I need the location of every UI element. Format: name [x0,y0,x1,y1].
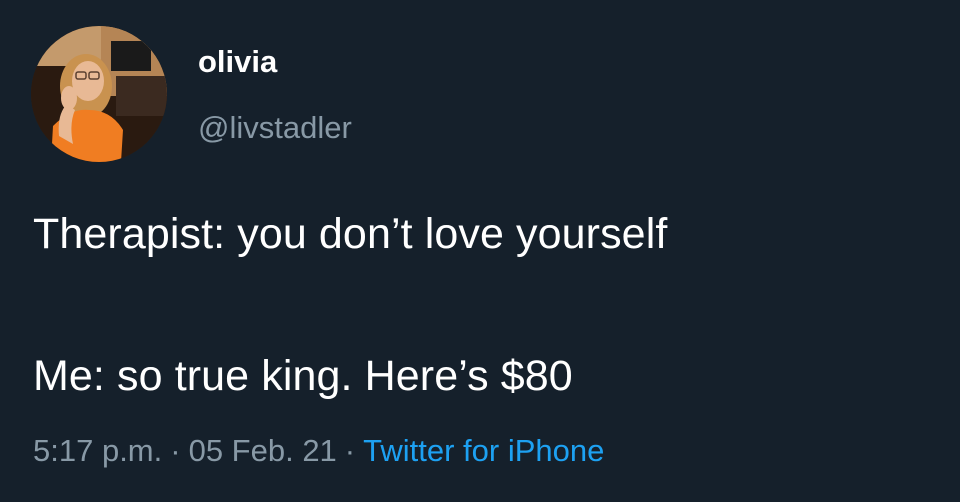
tweet-time[interactable]: 5:17 p.m. [33,433,162,468]
user-handle[interactable]: @livstadler [198,110,352,146]
avatar[interactable] [31,26,167,162]
tweet-source-link[interactable]: Twitter for iPhone [363,433,604,468]
tweet-text-line-2: Me: so true king. Here’s $80 [33,352,573,400]
separator-dot: · [170,433,181,468]
separator-dot: · [344,433,356,468]
display-name[interactable]: olivia [198,44,277,80]
tweet-text-line-1: Therapist: you don’t love yourself [33,210,668,258]
tweet-date[interactable]: 05 Feb. 21 [189,433,337,468]
tweet-meta: 5:17 p.m. · 05 Feb. 21 · Twitter for iPhone [33,433,604,469]
avatar-photo [31,26,167,162]
tweet-card: olivia @livstadler Therapist: you don’t … [0,0,960,502]
